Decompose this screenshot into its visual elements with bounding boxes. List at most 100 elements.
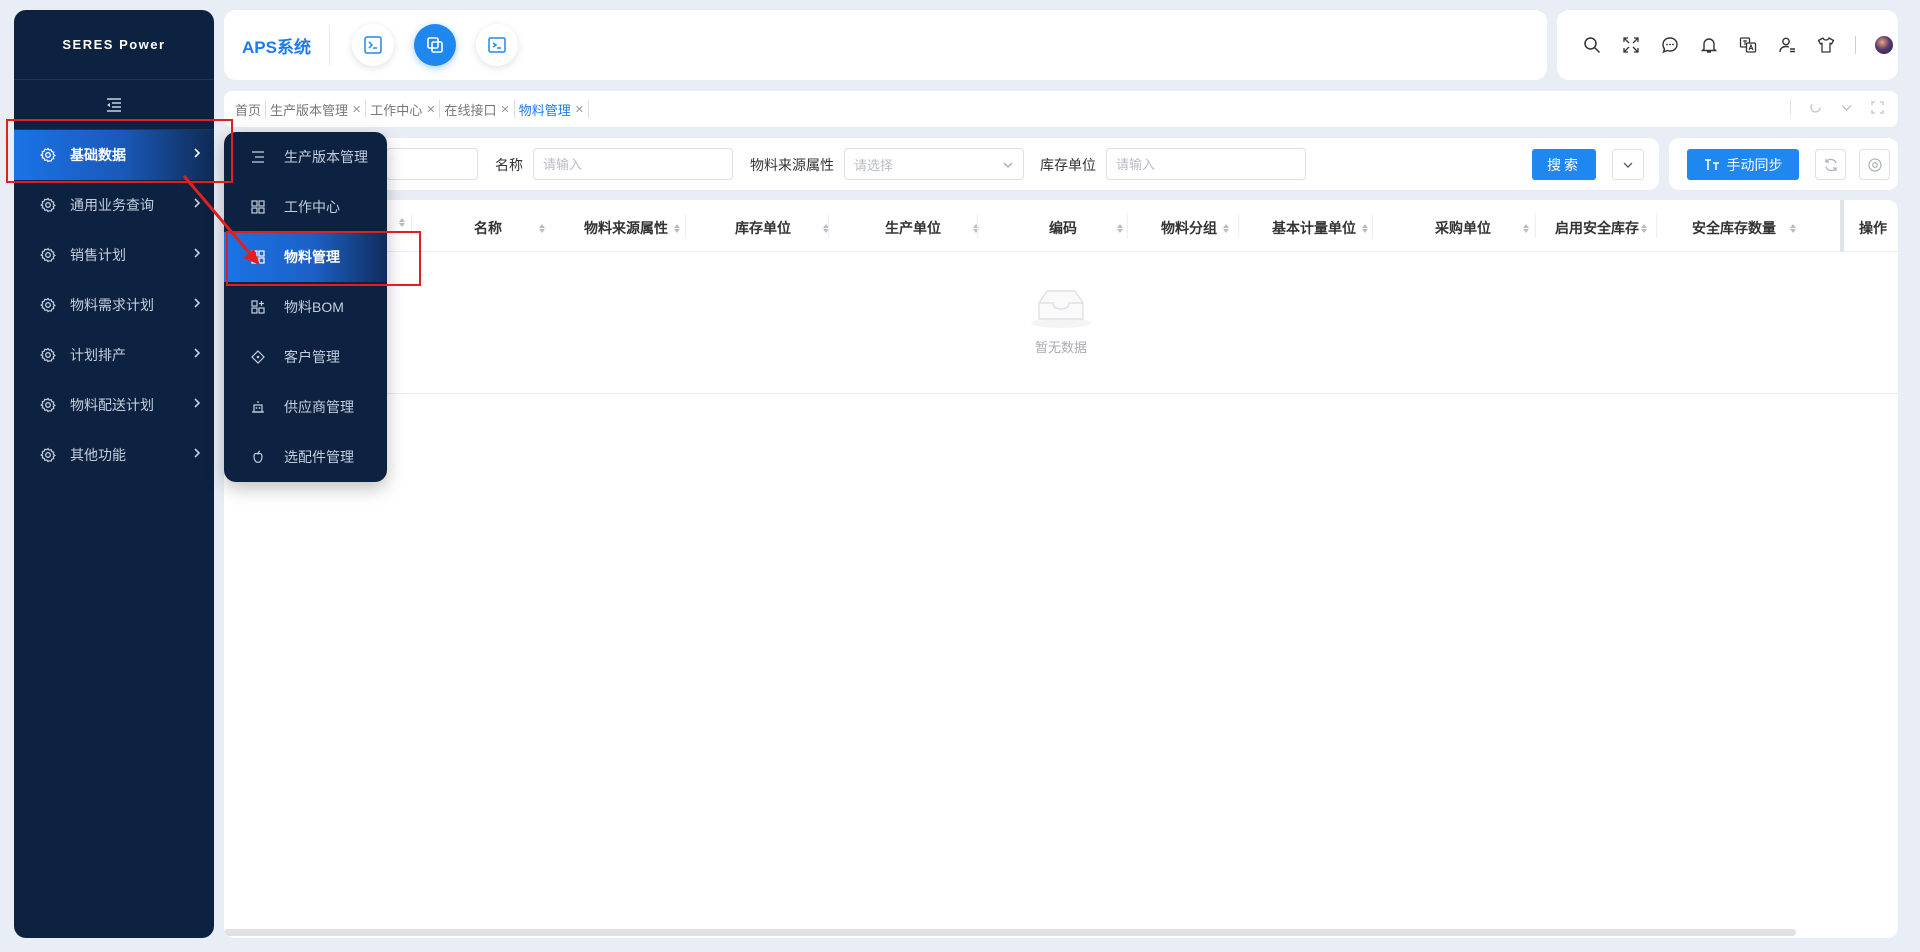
refresh-button[interactable] (1815, 149, 1846, 180)
search-icon[interactable] (1582, 35, 1602, 55)
sort-icon (1523, 223, 1529, 233)
tab-work-center[interactable]: 工作中心 ✕ (366, 100, 441, 118)
sidebar-item-scheduling[interactable]: 计划排产 (14, 330, 214, 380)
close-icon[interactable]: ✕ (575, 103, 584, 116)
empty-text: 暂无数据 (1034, 340, 1087, 355)
column-header-purchase-unit[interactable]: 采购单位 (1435, 218, 1529, 238)
search-filter-bar: 名称 物料来源属性 请选择 库存单位 搜索 (224, 138, 1659, 190)
column-divider (977, 214, 978, 238)
column-header-material-group[interactable]: 物料分组 (1161, 218, 1229, 238)
sync-text-icon (1704, 158, 1719, 170)
bell-icon[interactable] (1699, 35, 1719, 55)
chevron-right-icon (194, 198, 201, 208)
sidebar-item-mrp[interactable]: 物料需求计划 (14, 280, 214, 330)
tab-label: 生产版本管理 (270, 102, 349, 118)
select-placeholder: 请选择 (854, 157, 894, 173)
toolbar-right (1557, 10, 1898, 80)
tab-material-management[interactable]: 物料管理 ✕ (515, 100, 589, 118)
submenu-item-label: 工作中心 (284, 199, 340, 215)
column-header-safety-stock-qty[interactable]: 安全库存数量 (1692, 218, 1796, 238)
submenu-item-material-bom[interactable]: 物料BOM (224, 282, 387, 332)
refresh-icon (1824, 158, 1837, 171)
column-divider (685, 214, 686, 238)
column-divider (1238, 214, 1239, 238)
submenu-item-supplier[interactable]: 供应商管理 (224, 382, 387, 432)
gear-icon (38, 245, 58, 265)
tab-home[interactable]: 首页 (231, 100, 267, 118)
chevron-right-icon (194, 248, 201, 258)
source-attribute-select[interactable]: 请选择 (844, 148, 1024, 180)
sort-icon (1790, 223, 1796, 233)
settings-button[interactable] (1859, 149, 1890, 180)
sidebar-item-business-query[interactable]: 通用业务查询 (14, 180, 214, 230)
code-input[interactable] (386, 148, 478, 180)
tab-label: 首页 (235, 102, 262, 118)
submenu-item-production-version[interactable]: 生产版本管理 (224, 132, 387, 182)
submenu-item-optional-parts[interactable]: 选配件管理 (224, 432, 387, 482)
column-header-code[interactable]: 编码 (1049, 218, 1123, 238)
column-label: 物料分组 (1161, 220, 1217, 236)
close-icon[interactable]: ✕ (501, 103, 510, 116)
source-attribute-label: 物料来源属性 (750, 157, 834, 173)
table-header: 名称 物料来源属性 库存单位 生产单位 编码 物料分组 基本计量单位 采购单位 … (224, 200, 1898, 252)
quick-copy-button[interactable] (413, 24, 456, 66)
column-header-actions: 操作 (1859, 218, 1887, 238)
name-input[interactable] (533, 148, 733, 180)
tab-online-interface[interactable]: 在线接口 ✕ (440, 100, 515, 118)
quick-console-button[interactable] (475, 24, 518, 66)
sort-icon (1641, 223, 1647, 233)
manual-sync-button[interactable]: 手动同步 (1687, 149, 1799, 180)
close-icon[interactable]: ✕ (352, 103, 361, 116)
sidebar-item-delivery-plan[interactable]: 物料配送计划 (14, 380, 214, 430)
user-avatar[interactable] (1875, 36, 1893, 54)
horizontal-scrollbar[interactable] (224, 929, 1796, 936)
column-header-enable-safety-stock[interactable]: 启用安全库存 (1555, 218, 1647, 238)
column-header-stock-unit[interactable]: 库存单位 (735, 218, 829, 238)
divider (1855, 36, 1856, 54)
column-label: 采购单位 (1435, 220, 1491, 236)
chevron-down-icon[interactable] (1840, 101, 1853, 114)
gear-icon (38, 445, 58, 465)
quick-terminal-button[interactable] (351, 24, 394, 66)
close-icon[interactable]: ✕ (426, 103, 435, 116)
top-header: APS系统 (224, 10, 1547, 80)
sidebar-item-other[interactable]: 其他功能 (14, 430, 214, 480)
column-header-source-attribute[interactable]: 物料来源属性 (584, 218, 680, 238)
list-icon (250, 149, 266, 165)
action-bar: 手动同步 (1669, 138, 1898, 190)
column-header-production-unit[interactable]: 生产单位 (885, 218, 979, 238)
translate-icon[interactable] (1738, 35, 1758, 55)
sort-icon (973, 223, 979, 233)
refresh-icon[interactable] (1809, 101, 1822, 114)
sidebar-item-sales-plan[interactable]: 销售计划 (14, 230, 214, 280)
submenu-item-customer[interactable]: 客户管理 (224, 332, 387, 382)
brand-logo: SERES Power (14, 10, 214, 80)
column-label: 名称 (474, 220, 502, 236)
copy-icon (427, 37, 443, 53)
column-label: 操作 (1859, 220, 1887, 236)
column-header-name[interactable]: 名称 (474, 218, 545, 238)
sort-icon (539, 223, 545, 233)
column-label: 生产单位 (885, 220, 941, 236)
column-divider (1372, 214, 1373, 238)
column-header-sort[interactable] (393, 218, 405, 227)
column-divider (828, 214, 829, 238)
column-divider (1656, 214, 1657, 238)
submenu-item-work-center[interactable]: 工作中心 (224, 182, 387, 232)
column-label: 库存单位 (735, 220, 791, 236)
empty-state: 暂无数据 (224, 252, 1898, 394)
maximize-icon[interactable] (1871, 100, 1884, 114)
user-icon[interactable] (1777, 35, 1797, 55)
chevron-down-icon (1623, 162, 1633, 168)
stock-unit-input[interactable] (1106, 148, 1306, 180)
stock-unit-label: 库存单位 (1040, 157, 1096, 173)
shirt-icon[interactable] (1816, 35, 1836, 55)
apple-icon (250, 449, 266, 465)
tab-production-version[interactable]: 生产版本管理 ✕ (266, 100, 367, 118)
fullscreen-icon[interactable] (1621, 35, 1641, 55)
message-icon[interactable] (1660, 35, 1680, 55)
column-divider (1127, 214, 1128, 238)
column-header-base-unit[interactable]: 基本计量单位 (1272, 218, 1368, 238)
expand-filters-button[interactable] (1612, 149, 1644, 180)
search-button[interactable]: 搜索 (1532, 149, 1596, 180)
